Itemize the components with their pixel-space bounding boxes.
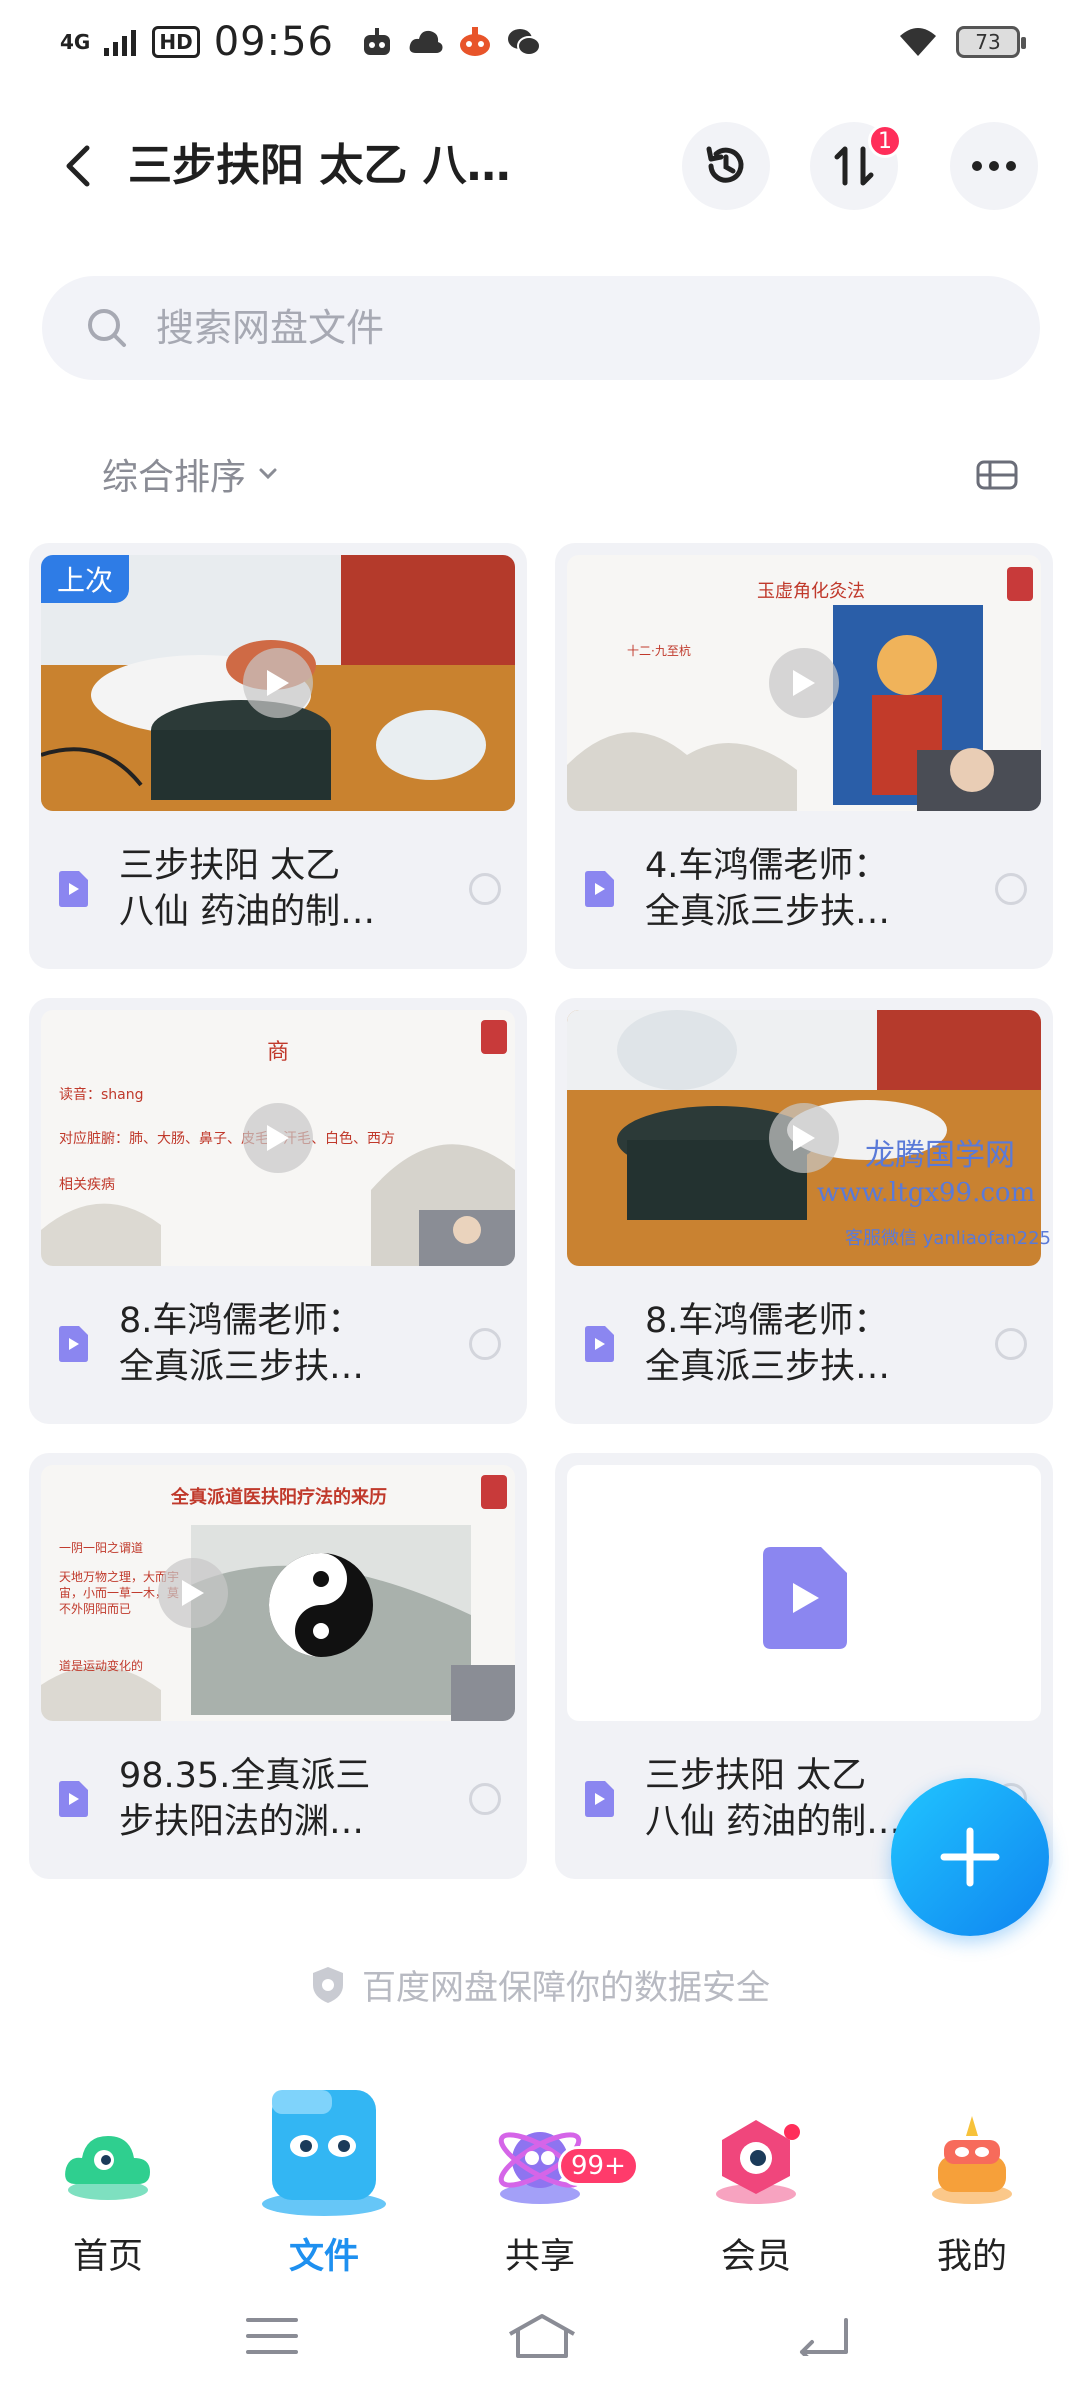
file-name: 8.车鸿儒老师： 全真派三步扶… xyxy=(645,1301,891,1387)
thumbnail-text-line: 相关疾病 xyxy=(59,1177,115,1193)
video-thumbnail: 十二·九至杭 玉虚角化灸法 xyxy=(567,555,1041,811)
nav-label: 首页 xyxy=(72,2237,143,2277)
home-nav-icon[interactable] xyxy=(506,2312,578,2360)
select-checkbox[interactable] xyxy=(469,1328,501,1360)
thumbnail-text-line: 读音：shang xyxy=(59,1087,144,1103)
play-icon xyxy=(158,1558,228,1628)
security-notice-text: 百度网盘保障你的数据安全 xyxy=(362,1968,770,2008)
nav-label: 我的 xyxy=(936,2237,1007,2277)
file-name: 8.车鸿儒老师： 全真派三步扶… xyxy=(119,1301,365,1387)
video-file-icon xyxy=(585,871,614,907)
file-name: 98.35.全真派三 步扶阳法的渊… xyxy=(119,1756,371,1842)
watermark-title: 龙腾国学网 xyxy=(865,1138,1015,1173)
select-checkbox[interactable] xyxy=(995,1328,1027,1360)
play-icon xyxy=(243,648,313,718)
thumbnail-title: 玉虚角化灸法 xyxy=(757,581,865,602)
app-notification-icon xyxy=(459,27,490,56)
nav-item-files[interactable]: 文件 xyxy=(244,2070,404,2277)
back-arrow-icon xyxy=(66,145,90,187)
video-thumbnail-placeholder xyxy=(567,1465,1041,1721)
page: 4G HD 09:56 73 三步扶阳 太乙 八… 1 搜索网盘文件 综合排序 … xyxy=(0,0,1080,2400)
watermark-contact: 客服微信 yanliaofan225 xyxy=(845,1228,1051,1249)
status-time: 09:56 xyxy=(213,19,334,65)
video-file-icon xyxy=(59,871,88,907)
thumbnail-text-line: 道是运动变化的 xyxy=(59,1659,144,1673)
search-bar[interactable] xyxy=(42,276,1040,380)
add-button[interactable] xyxy=(891,1778,1049,1936)
file-name: 4.车鸿儒老师： 全真派三步扶… xyxy=(645,846,891,932)
nav-item-share[interactable]: 99+ 共享 xyxy=(460,2070,639,2277)
history-button[interactable] xyxy=(682,122,770,210)
select-checkbox[interactable] xyxy=(469,1783,501,1815)
system-navigation-bar xyxy=(0,2300,1080,2380)
play-icon xyxy=(243,1103,313,1173)
select-checkbox[interactable] xyxy=(995,873,1027,905)
nav-item-home[interactable]: 首页 xyxy=(28,2070,188,2277)
file-card[interactable]: 龙腾国学网 www.ltgx99.com 客服微信 yanliaofan225 … xyxy=(555,998,1053,1424)
list-view-toggle-icon[interactable] xyxy=(976,460,1018,490)
wechat-notification-icon xyxy=(507,29,541,56)
battery-indicator: 73 xyxy=(956,26,1026,58)
last-viewed-tag: 上次 xyxy=(41,555,130,603)
thumbnail-title: 商 xyxy=(267,1040,290,1065)
more-dots-icon xyxy=(972,161,1016,171)
nav-label: 文件 xyxy=(288,2237,359,2277)
profile-cake-icon xyxy=(932,2116,1012,2204)
file-card[interactable]: 上次 三步扶阳 太乙 八仙 药油的制… xyxy=(29,543,527,969)
video-thumbnail: 商 读音：shang 对应脏腑：肺、大肠、鼻子、皮毛、汗毛、白色、西方 相关疾病 xyxy=(41,1010,515,1266)
transfer-list-button[interactable]: 1 xyxy=(810,122,902,210)
page-title: 三步扶阳 太乙 八… xyxy=(128,140,511,191)
sort-dropdown[interactable]: 综合排序 xyxy=(102,448,278,500)
video-thumbnail: 全真派道医扶阳疗法的来历 一阴一阳之谓道 天地万物之理，大而宇宙，小而一草一木，… xyxy=(41,1465,515,1721)
play-icon xyxy=(769,648,839,718)
membership-gem-icon xyxy=(716,2120,800,2204)
video-thumbnail: 上次 xyxy=(41,555,515,811)
thumbnail-title: 全真派道医扶阳疗法的来历 xyxy=(171,1487,387,1508)
video-file-icon xyxy=(585,1326,614,1362)
files-folder-icon xyxy=(262,2090,386,2216)
sort-label: 综合排序 xyxy=(102,457,247,498)
signal-icon xyxy=(104,30,137,56)
home-cloud-icon xyxy=(65,2136,150,2200)
file-card[interactable]: 十二·九至杭 玉虚角化灸法 4.车鸿儒老师： 全真派三步扶… xyxy=(555,543,1053,969)
recent-apps-icon[interactable] xyxy=(246,2316,298,2356)
wifi-icon xyxy=(900,28,936,56)
search-icon xyxy=(88,309,126,347)
bottom-nav: 首页 文件 99+ 共享 会员 我的 xyxy=(0,2070,1080,2277)
plus-icon xyxy=(940,1827,1000,1887)
video-file-icon xyxy=(59,1326,88,1362)
status-bar: 4G HD 09:56 73 xyxy=(0,0,1080,84)
chevron-down-icon xyxy=(259,468,277,480)
header: 三步扶阳 太乙 八… 1 xyxy=(0,118,1080,214)
transfer-badge: 1 xyxy=(868,124,902,158)
cloud-notification-icon xyxy=(409,30,443,53)
file-card[interactable]: 全真派道医扶阳疗法的来历 一阴一阳之谓道 天地万物之理，大而宇宙，小而一草一木，… xyxy=(29,1453,527,1879)
share-badge: 99+ xyxy=(558,2146,639,2186)
nav-item-membership[interactable]: 会员 xyxy=(676,2070,836,2277)
back-nav-icon[interactable] xyxy=(796,2316,852,2356)
hd-indicator: HD xyxy=(152,26,200,58)
shield-icon xyxy=(313,1966,343,2003)
watermark-url: www.ltgx99.com xyxy=(817,1178,1036,1208)
select-checkbox[interactable] xyxy=(469,873,501,905)
video-file-icon xyxy=(59,1781,88,1817)
file-name: 三步扶阳 太乙 八仙 药油的制… xyxy=(119,846,376,932)
large-video-file-icon xyxy=(763,1547,847,1649)
network-indicator: 4G xyxy=(60,30,91,54)
nav-label: 会员 xyxy=(720,2237,791,2277)
play-icon xyxy=(769,1103,839,1173)
search-input[interactable] xyxy=(156,306,916,350)
nav-label: 共享 xyxy=(504,2237,575,2277)
nav-item-me[interactable]: 我的 xyxy=(892,2070,1052,2277)
file-name: 三步扶阳 太乙 八仙 药油的制… xyxy=(645,1756,902,1842)
video-file-icon xyxy=(585,1781,614,1817)
security-notice: 百度网盘保障你的数据安全 xyxy=(0,1960,1080,2009)
back-button[interactable] xyxy=(48,136,108,196)
more-options-button[interactable] xyxy=(950,122,1038,210)
file-card[interactable]: 商 读音：shang 对应脏腑：肺、大肠、鼻子、皮毛、汗毛、白色、西方 相关疾病… xyxy=(29,998,527,1424)
robot-notification-icon xyxy=(363,28,390,55)
history-icon xyxy=(706,146,744,183)
thumbnail-text-line: 一阴一阳之谓道 xyxy=(59,1541,144,1555)
svg-text:十二·九至杭: 十二·九至杭 xyxy=(627,643,691,658)
